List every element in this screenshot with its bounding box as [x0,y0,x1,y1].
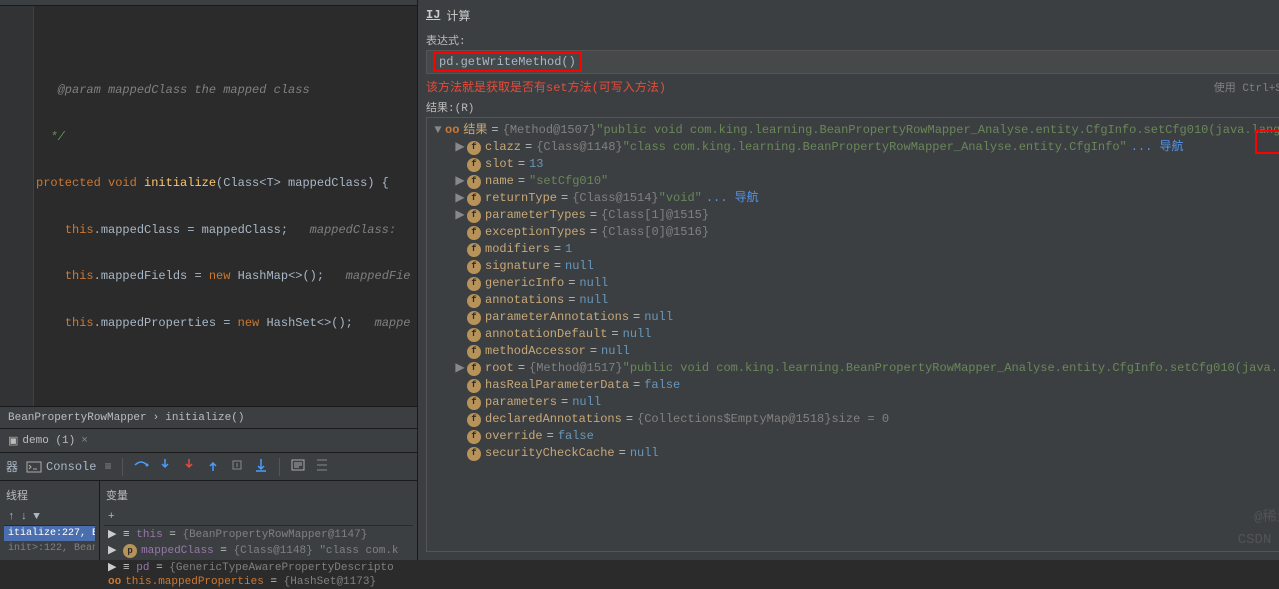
force-step-into-button[interactable] [181,457,197,477]
tree-node[interactable]: fmethodAccessor=null [429,343,1279,360]
evaluate-icon: IJ [426,8,440,22]
gutter [0,6,34,406]
tree-node[interactable]: fexceptionTypes={Class[0]@1516} [429,224,1279,241]
tree-node[interactable]: ▶freturnType={Class@1514} "void"... 导航 [429,190,1279,207]
editor-panel: @param mappedClass the mapped class */ p… [0,0,418,560]
step-over-button[interactable] [133,457,149,477]
breadcrumb[interactable]: BeanPropertyRowMapper › initialize() [0,406,417,428]
tree-node[interactable]: fslot=13 [429,156,1279,173]
eval-shortcut-hint: 使用 Ctrl+Shift+Enter 添加 [1214,79,1279,95]
eval-title: 计算 [446,7,470,24]
more-tabs-icon[interactable]: ≡ [104,460,111,474]
thread-down-icon[interactable]: ↓ [21,511,28,523]
tree-node[interactable]: fhasRealParameterData=false [429,377,1279,394]
step-into-button[interactable] [157,457,173,477]
navigate-link[interactable]: ... 导航 [1131,139,1184,156]
stack-frame-selected[interactable]: itialize:227, Bean [4,526,95,541]
eval-annotation: 该方法就是获取是否有set方法(可写入方法) [426,78,666,95]
drop-frame-button[interactable] [229,457,245,477]
tree-root[interactable]: ▼oo结果={Method@1507} "public void com.kin… [429,122,1279,139]
chevron-right-icon: › [153,412,160,424]
code-line [36,362,417,378]
navigate-link[interactable]: ... 导航 [706,190,759,207]
run-label: demo (1) [22,435,75,447]
step-out-button[interactable] [205,457,221,477]
console-tab[interactable]: Console [26,459,96,475]
variable-row[interactable]: ▶ ≡ this = {BeanPropertyRowMapper@1147} [104,526,413,542]
tree-node[interactable]: fparameterAnnotations=null [429,309,1279,326]
code-line: this.mappedClass = mappedClass; mappedCl… [36,223,417,239]
add-icon[interactable]: + [108,511,115,523]
trace-button[interactable] [314,457,330,477]
tree-node[interactable]: foverride=false [429,428,1279,445]
breadcrumb-method[interactable]: initialize() [165,412,244,424]
thread-up-icon[interactable]: ↑ [8,511,15,523]
variable-row[interactable]: ▶ pmappedClass = {Class@1148} "class com… [104,542,413,559]
variable-row[interactable]: oothis.mappedProperties = {HashSet@1173} [104,575,413,589]
vars-toolbar: + [104,509,413,526]
code-editor[interactable]: @param mappedClass the mapped class */ p… [0,6,417,406]
code-line: */ [36,130,417,146]
tree-node[interactable]: fdeclaredAnnotations={Collections$EmptyM… [429,411,1279,428]
close-icon[interactable]: × [81,435,88,447]
tree-node[interactable]: fgenericInfo=null [429,275,1279,292]
variables-panel: 变量 + ▶ ≡ this = {BeanPropertyRowMapper@1… [100,481,417,560]
console-icon [26,459,42,475]
evaluate-expression-button[interactable] [290,457,306,477]
tree-node[interactable]: fannotationDefault=null [429,326,1279,343]
tree-node[interactable]: ▶fparameterTypes={Class[1]@1515} [429,207,1279,224]
result-tree[interactable]: ▼oo结果={Method@1507} "public void com.kin… [426,117,1279,552]
threads-panel: 线程 ↑ ↓ ▼ itialize:227, Bean init>:122, B… [0,481,100,560]
evaluate-panel: IJ 计算 表达式: pd.getWriteMethod() 该方法就是获取是否… [418,0,1279,560]
code-line: this.mappedFields = new HashMap<>(); map… [36,269,417,285]
run-icon: ▣ [8,434,18,448]
expression-text: pd.getWriteMethod() [433,52,582,72]
eval-title-bar: IJ 计算 [426,4,1279,26]
threads-toolbar: ↑ ↓ ▼ [4,509,95,526]
tree-node[interactable]: fsignature=null [429,258,1279,275]
expression-label: 表达式: [426,32,1279,48]
tree-node[interactable]: fannotations=null [429,292,1279,309]
result-label: 结果:(R) [426,99,1279,115]
tree-node[interactable]: ▶fname="setCfg010" [429,173,1279,190]
debug-toolbar: 器 Console ≡ [0,452,417,480]
tree-node[interactable]: fmodifiers=1 [429,241,1279,258]
filter-icon[interactable]: ▼ [33,511,40,523]
expression-input[interactable]: pd.getWriteMethod() [426,50,1279,74]
tree-node[interactable]: ▶fclazz={Class@1148} "class com.king.lea… [429,139,1279,156]
threads-header: 线程 [4,485,95,505]
stack-frame[interactable]: init>:122, BeanPr [4,541,95,556]
variable-row[interactable]: ▶ ≡ pd = {GenericTypeAwarePropertyDescri… [104,559,413,575]
variables-header: 变量 [104,485,413,505]
tree-node[interactable]: ▶froot={Method@1517} "public void com.ki… [429,360,1279,377]
eval-hint-row: 该方法就是获取是否有set方法(可写入方法) 使用 Ctrl+Shift+Ent… [426,78,1279,95]
code-line: protected void initialize(Class<T> mappe… [36,176,417,192]
debug-panels: 线程 ↑ ↓ ▼ itialize:227, Bean init>:122, B… [0,480,417,560]
code-line: this.mappedProperties = new HashSet<>();… [36,316,417,332]
tree-node[interactable]: fparameters=null [429,394,1279,411]
run-to-cursor-button[interactable] [253,457,269,477]
debugger-tab[interactable]: 器 [6,458,18,475]
console-label: Console [46,460,96,474]
breadcrumb-class[interactable]: BeanPropertyRowMapper [8,412,147,424]
code-line: @param mappedClass the mapped class [36,83,417,99]
tree-node[interactable]: fsecurityCheckCache=null [429,445,1279,462]
run-config-tab[interactable]: ▣ demo (1) × [0,428,417,452]
code-content: @param mappedClass the mapped class */ p… [36,52,417,406]
